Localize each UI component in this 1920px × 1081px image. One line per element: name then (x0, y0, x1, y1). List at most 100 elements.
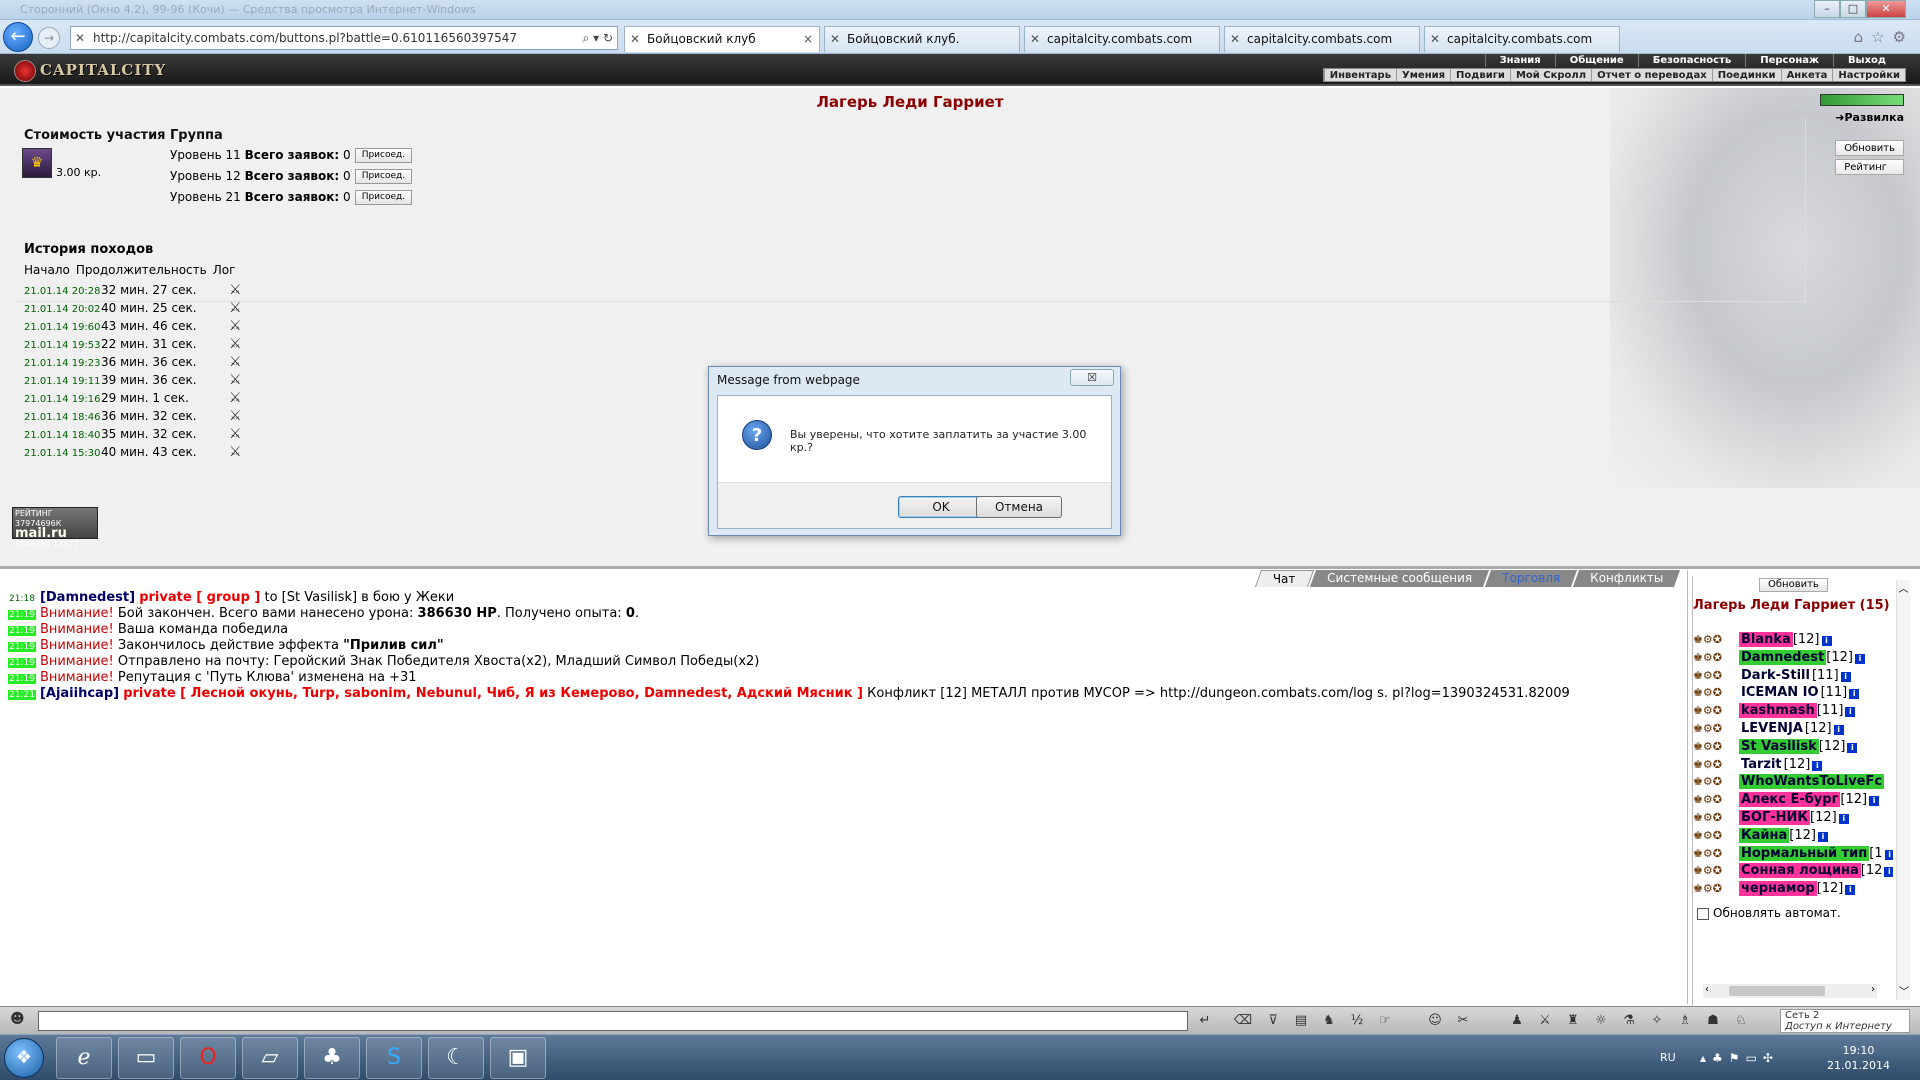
join-button[interactable]: Присоед. (354, 169, 413, 184)
user-name[interactable]: Кайна (1739, 827, 1790, 843)
menu-scroll[interactable]: Мой Скролл (1509, 69, 1591, 81)
online-vscroll[interactable]: ︿ ﹀ (1896, 580, 1910, 1000)
tray-network-icon[interactable]: ✣ (1763, 1051, 1779, 1065)
taskbar-app5[interactable]: ♣ (304, 1037, 360, 1079)
maximize-button[interactable]: □ (1840, 0, 1866, 18)
address-bar[interactable]: ✕ http://capitalcity.combats.com/buttons… (70, 26, 618, 50)
side-update-button[interactable]: Обновить (1835, 140, 1904, 156)
crossed-swords-icon[interactable]: ⚔ (229, 282, 242, 298)
menu-feats[interactable]: Подвиги (1450, 69, 1510, 81)
taskbar-app7[interactable]: ☾ (428, 1037, 484, 1079)
fork-link[interactable]: ➜Развилка (1812, 94, 1904, 124)
tab-system[interactable]: Системные сообщения (1309, 570, 1490, 587)
scroll-up-icon[interactable]: ︿ (1897, 580, 1910, 595)
user-row[interactable]: ♚⚙✪ Сонная лощина [12 i (1693, 863, 1893, 881)
taskbar-explorer[interactable]: ▭ (118, 1037, 174, 1079)
close-window-button[interactable]: ✕ (1866, 0, 1906, 18)
crossed-swords-icon[interactable]: ⚔ (229, 408, 242, 424)
tab-trade[interactable]: Торговля (1484, 570, 1577, 587)
user-name[interactable]: БОГ-НИК (1739, 810, 1811, 825)
info-icon[interactable]: i (1847, 742, 1858, 753)
dialog-close-button[interactable]: ☒ (1070, 369, 1114, 386)
user-name[interactable]: Сонная лощина (1739, 863, 1861, 879)
crossed-swords-icon[interactable]: ⚔ (229, 318, 242, 334)
user-badges-icon[interactable]: ♚⚙✪ (1693, 811, 1739, 824)
scroll-right-icon[interactable]: › (1871, 984, 1875, 995)
quick-slot-4-icon[interactable]: ☼ (1590, 1012, 1612, 1030)
info-icon[interactable]: i (1817, 831, 1828, 842)
user-name[interactable]: kashmash (1739, 703, 1817, 719)
user-badges-icon[interactable]: ♚⚙✪ (1693, 686, 1739, 699)
tool-clip-icon[interactable]: ✂ (1452, 1012, 1474, 1030)
user-name[interactable]: Алекс Е-бург (1739, 792, 1841, 808)
scroll-left-icon[interactable]: ‹ (1705, 984, 1709, 995)
taskbar-app8[interactable]: ▣ (490, 1037, 546, 1079)
crossed-swords-icon[interactable]: ⚔ (229, 336, 242, 352)
taskbar-skype[interactable]: S (366, 1037, 422, 1079)
user-badges-icon[interactable]: ♚⚙✪ (1693, 722, 1739, 735)
address-tools[interactable]: ⌕ ▾ ↻ (583, 27, 613, 49)
chat-private-tag[interactable]: private [ group ] (139, 590, 260, 605)
tray-monitor-icon[interactable]: ▭ (1746, 1051, 1763, 1065)
tray-app-icon[interactable]: ♣ (1712, 1051, 1729, 1065)
user-badges-icon[interactable]: ♚⚙✪ (1693, 758, 1739, 771)
user-badges-icon[interactable]: ♚⚙✪ (1693, 882, 1739, 895)
user-name[interactable]: Damnedest (1739, 649, 1827, 665)
crossed-swords-icon[interactable]: ⚔ (229, 390, 242, 406)
crossed-swords-icon[interactable]: ⚔ (229, 426, 242, 442)
tool-hand-icon[interactable]: ☞ (1374, 1012, 1396, 1030)
chat-nick[interactable]: [Damnedest] (40, 590, 135, 605)
cancel-button[interactable]: Отмена (976, 496, 1062, 518)
crossed-swords-icon[interactable]: ⚔ (229, 372, 242, 388)
user-row[interactable]: ♚⚙✪ kashmash [11] i (1693, 703, 1893, 721)
menu-communication[interactable]: Общение (1554, 54, 1638, 67)
tab-chat[interactable]: Чат (1255, 570, 1315, 587)
info-icon[interactable]: i (1838, 814, 1849, 824)
taskbar-ie[interactable]: ℯ (56, 1037, 112, 1079)
user-row[interactable]: ♚⚙✪ Алекс Е-бург [12] i (1693, 792, 1893, 810)
user-badges-icon[interactable]: ♚⚙✪ (1693, 669, 1739, 682)
star-icon[interactable]: ☆ (1871, 28, 1892, 46)
user-name[interactable]: Нормальный тип (1739, 845, 1870, 861)
user-row[interactable]: ♚⚙✪ БОГ-НИК [12] i (1693, 810, 1893, 828)
chat-avatar-icon[interactable]: ☻ (10, 1011, 32, 1031)
info-icon[interactable]: i (1840, 671, 1851, 682)
crossed-swords-icon[interactable]: ⚔ (229, 300, 242, 316)
menu-inventory[interactable]: Инвентарь (1323, 69, 1396, 81)
user-row[interactable]: ♚⚙✪ чернамор [12] i (1693, 881, 1893, 899)
user-row[interactable]: ♚⚙✪ Blanka [12] i (1693, 632, 1893, 650)
user-row[interactable]: ♚⚙✪ WhoWantsToLiveFc (1693, 774, 1893, 792)
info-icon[interactable]: i (1854, 653, 1865, 664)
close-tab-icon[interactable]: × (803, 27, 813, 51)
clock[interactable]: 19:10 21.01.2014 (1827, 1043, 1890, 1073)
user-row[interactable]: ♚⚙✪ Damnedest [12] i (1693, 649, 1893, 668)
user-badges-icon[interactable]: ♚⚙✪ (1693, 864, 1739, 877)
user-badges-icon[interactable]: ♚⚙✪ (1693, 740, 1739, 753)
info-icon[interactable]: i (1821, 636, 1832, 646)
menu-transfers[interactable]: Отчет о переводах (1591, 69, 1712, 81)
user-name[interactable]: WhoWantsToLiveFc (1739, 774, 1885, 790)
quick-slot-2-icon[interactable]: ⚔ (1534, 1012, 1556, 1030)
tab-5[interactable]: ✕ capitalcity.combats.com (1424, 26, 1620, 52)
quick-slot-9-icon[interactable]: ♘ (1730, 1012, 1752, 1030)
save-icon[interactable]: ▤ (1290, 1012, 1312, 1030)
tab-4[interactable]: ✕ capitalcity.combats.com (1224, 26, 1420, 52)
forward-button[interactable]: → (38, 27, 60, 49)
tray-arrow-icon[interactable]: ▴ (1700, 1051, 1712, 1065)
menu-profile[interactable]: Анкета (1780, 69, 1833, 81)
mailru-counter[interactable]: РЕЙТИНГ 37974696К mail.ru 8848865 17677 (12, 507, 98, 549)
user-name[interactable]: чернамор (1739, 881, 1817, 897)
user-row[interactable]: ♚⚙✪ St Vasilisk [12] i (1693, 738, 1893, 757)
user-badges-icon[interactable]: ♚⚙✪ (1693, 651, 1739, 664)
menu-knowledge[interactable]: Знания (1484, 54, 1555, 67)
hscroll-thumb[interactable] (1729, 986, 1825, 996)
user-name[interactable]: LEVENJA (1739, 721, 1805, 736)
menu-settings[interactable]: Настройки (1832, 69, 1905, 81)
info-icon[interactable]: i (1833, 725, 1844, 735)
user-row[interactable]: ♚⚙✪ ICEMAN IO [11] i (1693, 685, 1893, 703)
crossed-swords-icon[interactable]: ⚔ (229, 444, 242, 460)
user-badges-icon[interactable]: ♚⚙✪ (1693, 633, 1739, 646)
smiley-icon[interactable]: ☺ (1424, 1012, 1446, 1030)
auto-update-checkbox[interactable] (1697, 907, 1709, 920)
tab-3[interactable]: ✕ capitalcity.combats.com (1024, 26, 1220, 52)
